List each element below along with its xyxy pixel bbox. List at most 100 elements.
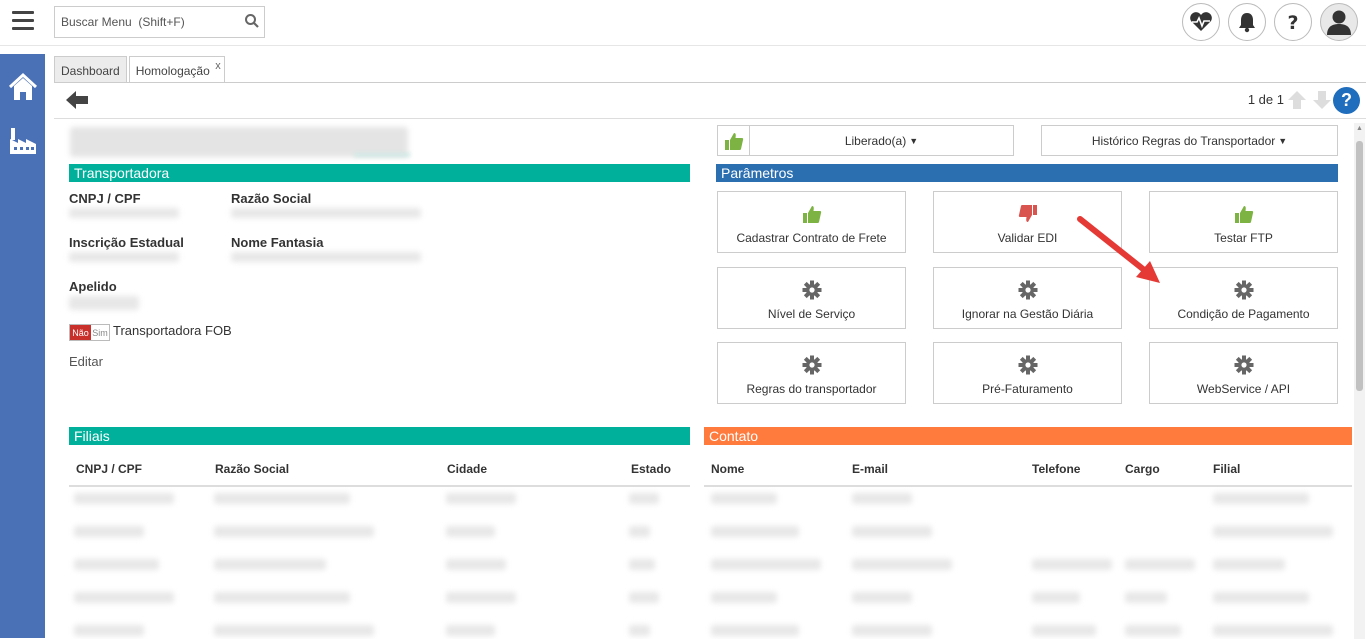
main-content: 1 de 1 ? Transportadora CNPJ / CPF Razão… [54, 82, 1366, 639]
fob-label: Transportadora FOB [113, 323, 232, 338]
param-button-0[interactable]: Cadastrar Contrato de Frete [717, 191, 906, 253]
redacted-cell [852, 592, 912, 603]
razao-value-redacted [231, 208, 421, 218]
redacted-cell [214, 559, 326, 570]
factory-icon[interactable] [8, 126, 38, 156]
annotation-arrow-icon [1077, 216, 1160, 283]
nome-fantasia-label: Nome Fantasia [231, 235, 324, 250]
redacted-cell [629, 493, 659, 504]
redacted-cell [74, 559, 159, 570]
section-header-transportadora: Transportadora [69, 164, 690, 182]
liberado-dropdown[interactable]: Liberado(a) ▼ [749, 125, 1014, 156]
help-icon[interactable]: ? [1274, 3, 1312, 41]
param-button-label: Ignorar na Gestão Diária [961, 307, 1094, 321]
redacted-cell [446, 625, 495, 636]
gear-icon [1150, 355, 1337, 375]
redacted-cell [1125, 559, 1195, 570]
help-circle-icon[interactable]: ? [1333, 87, 1360, 114]
param-button-2[interactable]: Testar FTP [1149, 191, 1338, 253]
param-button-label: Pré-Faturamento [982, 382, 1073, 396]
vertical-scrollbar[interactable]: ▲ [1354, 123, 1365, 639]
tab-dashboard[interactable]: Dashboard [54, 56, 127, 82]
ie-value-redacted [69, 252, 179, 262]
redacted-cell [629, 559, 655, 570]
razao-social-label: Razão Social [231, 191, 312, 206]
contato-col-telefone: Telefone [1032, 462, 1081, 476]
redacted-cell [1213, 559, 1285, 570]
redacted-cell [1032, 592, 1080, 603]
user-avatar-icon[interactable] [1320, 3, 1358, 41]
home-icon[interactable] [8, 72, 38, 102]
apelido-label: Apelido [69, 279, 117, 294]
filiais-col-cnpj: CNPJ / CPF [76, 462, 143, 476]
redacted-cell [214, 625, 374, 636]
redacted-cell [446, 592, 516, 603]
thumbs-up-icon [1150, 204, 1337, 224]
back-arrow-icon[interactable] [66, 90, 90, 113]
redacted-cell [214, 493, 350, 504]
redacted-cell [711, 592, 777, 603]
redacted-cell [214, 526, 374, 537]
thumbs-up-icon [718, 204, 905, 224]
redacted-cell [711, 625, 799, 636]
param-button-label: Regras do transportador [746, 382, 877, 396]
redacted-cell [1213, 493, 1309, 504]
fob-toggle[interactable]: Não Sim [69, 324, 110, 341]
caret-down-icon: ▼ [1278, 135, 1288, 146]
redacted-cell [852, 559, 952, 570]
cnpj-label: CNPJ / CPF [69, 191, 141, 206]
redacted-cell [852, 493, 912, 504]
filiais-col-cidade: Cidade [447, 462, 488, 476]
redacted-cell [446, 559, 506, 570]
section-header-filiais: Filiais [69, 427, 690, 445]
redacted-cell [74, 526, 144, 537]
contato-header-divider [704, 485, 1352, 487]
filiais-col-razao: Razão Social [215, 462, 290, 476]
section-header-parametros: Parâmetros [716, 164, 1338, 182]
contato-col-filial: Filial [1213, 462, 1241, 476]
param-button-5[interactable]: Condição de Pagamento [1149, 267, 1338, 329]
ie-label: Inscrição Estadual [69, 235, 184, 250]
redaction-edge [354, 153, 410, 157]
notification-bell-icon[interactable] [1228, 3, 1266, 41]
scrollbar-thumb[interactable] [1356, 141, 1363, 391]
param-button-label: Cadastrar Contrato de Frete [736, 231, 887, 245]
search-icon[interactable] [244, 13, 260, 32]
param-button-label: Nível de Serviço [767, 307, 856, 321]
param-button-label: Testar FTP [1214, 231, 1273, 245]
fantasia-value-redacted [231, 252, 421, 262]
param-button-8[interactable]: WebService / API [1149, 342, 1338, 404]
tab-bar: Dashboard Homologação x [54, 56, 227, 83]
historico-dropdown[interactable]: Histórico Regras do Transportador ▼ [1041, 125, 1338, 156]
scroll-up-icon[interactable]: ▲ [1356, 125, 1363, 132]
search-input[interactable] [55, 7, 240, 37]
param-button-7[interactable]: Pré-Faturamento [933, 342, 1122, 404]
approved-thumbs-up-icon [717, 125, 749, 156]
redacted-cell [1213, 526, 1333, 537]
close-tab-icon[interactable]: x [215, 60, 221, 72]
redacted-cell [446, 526, 495, 537]
redacted-cell [711, 526, 799, 537]
param-button-6[interactable]: Regras do transportador [717, 342, 906, 404]
tab-homologacao[interactable]: Homologação x [128, 56, 225, 83]
gear-icon [718, 355, 905, 375]
tab-label: Dashboard [61, 64, 120, 78]
param-button-label: Condição de Pagamento [1177, 307, 1310, 321]
gear-icon [934, 355, 1121, 375]
search-box [54, 6, 265, 38]
redacted-cell [1213, 592, 1309, 603]
health-monitor-icon[interactable] [1182, 3, 1220, 41]
param-button-3[interactable]: Nível de Serviço [717, 267, 906, 329]
sidebar [0, 54, 45, 638]
redacted-cell [711, 559, 821, 570]
section-header-contato: Contato [704, 427, 1352, 445]
next-down-arrow-icon[interactable] [1311, 89, 1333, 114]
contato-col-email: E-mail [852, 462, 889, 476]
redacted-cell [74, 625, 144, 636]
redacted-cell [629, 625, 650, 636]
toolbar: 1 de 1 ? [54, 83, 1366, 119]
edit-link[interactable]: Editar [69, 354, 103, 369]
previous-up-arrow-icon[interactable] [1286, 89, 1308, 114]
redacted-cell [629, 526, 650, 537]
hamburger-menu-icon[interactable] [12, 11, 34, 31]
